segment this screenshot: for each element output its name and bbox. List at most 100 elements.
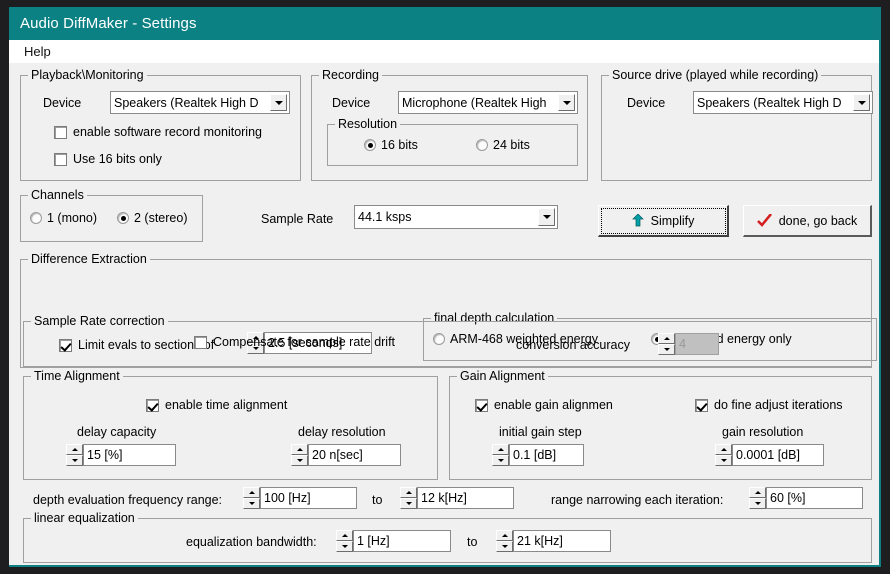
- group-channels-legend: Channels: [28, 188, 87, 202]
- checkbox-enable-time-alignment[interactable]: enable time alignment: [146, 398, 287, 412]
- initial-gain-step-label: initial gain step: [499, 425, 582, 439]
- depth-eval-from-spinner[interactable]: [243, 487, 260, 509]
- playback-device-value: Speakers (Realtek High D: [114, 95, 259, 110]
- recording-device-combobox[interactable]: Microphone (Realtek High: [398, 91, 578, 114]
- checkbox-box: [54, 125, 67, 139]
- eq-bandwidth-from-input[interactable]: 1 [Hz]: [353, 530, 451, 552]
- settings-window: Audio DiffMaker - Settings Help Playback…: [9, 7, 881, 567]
- checkbox-enable-gain-alignment[interactable]: enable gain alignmen: [475, 398, 613, 412]
- chevron-down-icon[interactable]: [558, 94, 575, 111]
- checkbox-box: [695, 398, 708, 412]
- source-device-value: Speakers (Realtek High D: [697, 95, 842, 110]
- spinner-down-icon[interactable]: [291, 455, 308, 466]
- group-playback-monitoring-legend: Playback\Monitoring: [28, 68, 147, 82]
- checkbox-do-fine-adjust-iterations[interactable]: do fine adjust iterations: [695, 398, 843, 412]
- range-narrowing-spinner[interactable]: [749, 487, 766, 509]
- checkbox-use-16-bits-only[interactable]: Use 16 bits only: [54, 152, 162, 166]
- source-device-combobox[interactable]: Speakers (Realtek High D: [693, 91, 873, 114]
- radio-16-bits[interactable]: 16 bits: [364, 138, 418, 152]
- delay-capacity-input[interactable]: 15 [%]: [83, 444, 176, 466]
- check-icon: [756, 213, 772, 228]
- checkbox-box: [475, 398, 488, 412]
- group-source-drive: Source drive (played while recording) De…: [601, 68, 873, 181]
- eq-bandwidth-to-input[interactable]: 21 k[Hz]: [513, 530, 611, 552]
- menu-item-help[interactable]: Help: [20, 43, 55, 60]
- checkbox-label: enable time alignment: [165, 398, 288, 412]
- depth-eval-to-input[interactable]: 12 k[Hz]: [417, 487, 514, 509]
- sample-rate-label: Sample Rate: [261, 212, 334, 226]
- conversion-accuracy-spinner[interactable]: [658, 333, 675, 355]
- spinner-up-icon[interactable]: [492, 444, 509, 455]
- checkbox-label: Compensate for sample rate drift: [213, 335, 396, 349]
- spinner-up-icon[interactable]: [336, 530, 353, 541]
- chevron-down-icon[interactable]: [853, 94, 870, 111]
- equalization-bandwidth-label: equalization bandwidth:: [186, 535, 317, 549]
- simplify-button-label: Simplify: [650, 213, 695, 228]
- group-playback-monitoring: Playback\Monitoring Device Speakers (Rea…: [20, 68, 301, 181]
- spinner-down-icon[interactable]: [715, 455, 732, 466]
- checkbox-enable-software-record-monitoring[interactable]: enable software record monitoring: [54, 125, 262, 139]
- spinner-down-icon[interactable]: [749, 498, 766, 509]
- done-go-back-button[interactable]: done, go back: [743, 205, 872, 237]
- settings-client-area: Playback\Monitoring Device Speakers (Rea…: [9, 63, 879, 565]
- spinner-down-icon[interactable]: [66, 455, 83, 466]
- group-resolution-legend: Resolution: [335, 117, 401, 131]
- spinner-down-icon[interactable]: [243, 498, 260, 509]
- gain-resolution-label: gain resolution: [722, 425, 804, 439]
- depth-eval-to-label: to: [372, 493, 383, 507]
- spinner-down-icon[interactable]: [496, 541, 513, 552]
- checkbox-compensate-sample-rate-drift[interactable]: Compensate for sample rate drift: [194, 335, 395, 349]
- spinner-up-icon[interactable]: [400, 487, 417, 498]
- checkbox-box: [194, 335, 207, 349]
- group-channels: Channels 1 (mono) 2 (stereo): [20, 188, 203, 242]
- range-narrowing-input[interactable]: 60 [%]: [766, 487, 863, 509]
- eq-bandwidth-from-spinner[interactable]: [336, 530, 353, 552]
- radio-1-mono[interactable]: 1 (mono): [30, 211, 97, 225]
- spinner-up-icon[interactable]: [291, 444, 308, 455]
- chevron-down-icon[interactable]: [270, 94, 287, 111]
- radio-dot: [364, 139, 376, 151]
- desktop-background: Audio DiffMaker - Settings Help Playback…: [0, 0, 890, 574]
- sample-rate-value: 44.1 ksps: [358, 210, 412, 224]
- group-linear-equalization-legend: linear equalization: [31, 511, 138, 525]
- spinner-down-icon[interactable]: [336, 541, 353, 552]
- depth-eval-from-input[interactable]: 100 [Hz]: [260, 487, 357, 509]
- delay-resolution-label: delay resolution: [298, 425, 386, 439]
- done-go-back-button-label: done, go back: [778, 213, 858, 228]
- spinner-up-icon[interactable]: [66, 444, 83, 455]
- checkbox-box: [146, 398, 159, 412]
- spinner-up-icon[interactable]: [496, 530, 513, 541]
- spinner-down-icon[interactable]: [658, 344, 675, 355]
- initial-gain-step-input[interactable]: 0.1 [dB]: [509, 444, 584, 466]
- radio-24-bits[interactable]: 24 bits: [476, 138, 530, 152]
- chevron-down-icon[interactable]: [538, 208, 555, 226]
- delay-resolution-input[interactable]: 20 n[sec]: [308, 444, 401, 466]
- simplify-button[interactable]: Simplify: [598, 205, 729, 237]
- initial-gain-step-spinner[interactable]: [492, 444, 509, 466]
- playback-device-combobox[interactable]: Speakers (Realtek High D: [110, 91, 290, 114]
- gain-resolution-input[interactable]: 0.0001 [dB]: [732, 444, 824, 466]
- delay-capacity-spinner[interactable]: [66, 444, 83, 466]
- group-time-alignment: Time Alignment enable time alignment del…: [23, 369, 438, 480]
- group-difference-extraction-legend: Difference Extraction: [28, 252, 150, 266]
- spinner-down-icon[interactable]: [400, 498, 417, 509]
- group-gain-alignment-legend: Gain Alignment: [457, 369, 548, 383]
- radio-label: 16 bits: [381, 138, 418, 152]
- recording-device-label: Device: [332, 96, 371, 110]
- radio-label: 24 bits: [493, 138, 530, 152]
- spinner-up-icon[interactable]: [749, 487, 766, 498]
- spinner-up-icon[interactable]: [243, 487, 260, 498]
- gain-resolution-spinner[interactable]: [715, 444, 732, 466]
- checkbox-label: enable gain alignmen: [494, 398, 613, 412]
- delay-resolution-spinner[interactable]: [291, 444, 308, 466]
- group-resolution: Resolution 16 bits 24 bits: [327, 117, 578, 166]
- radio-2-stereo[interactable]: 2 (stereo): [117, 211, 188, 225]
- spinner-down-icon[interactable]: [492, 455, 509, 466]
- radio-label: 2 (stereo): [134, 211, 188, 225]
- sample-rate-combobox[interactable]: 44.1 ksps: [354, 205, 558, 229]
- depth-eval-to-spinner[interactable]: [400, 487, 417, 509]
- spinner-up-icon[interactable]: [715, 444, 732, 455]
- window-titlebar[interactable]: Audio DiffMaker - Settings: [9, 7, 879, 40]
- spinner-up-icon[interactable]: [658, 333, 675, 344]
- eq-bandwidth-to-spinner[interactable]: [496, 530, 513, 552]
